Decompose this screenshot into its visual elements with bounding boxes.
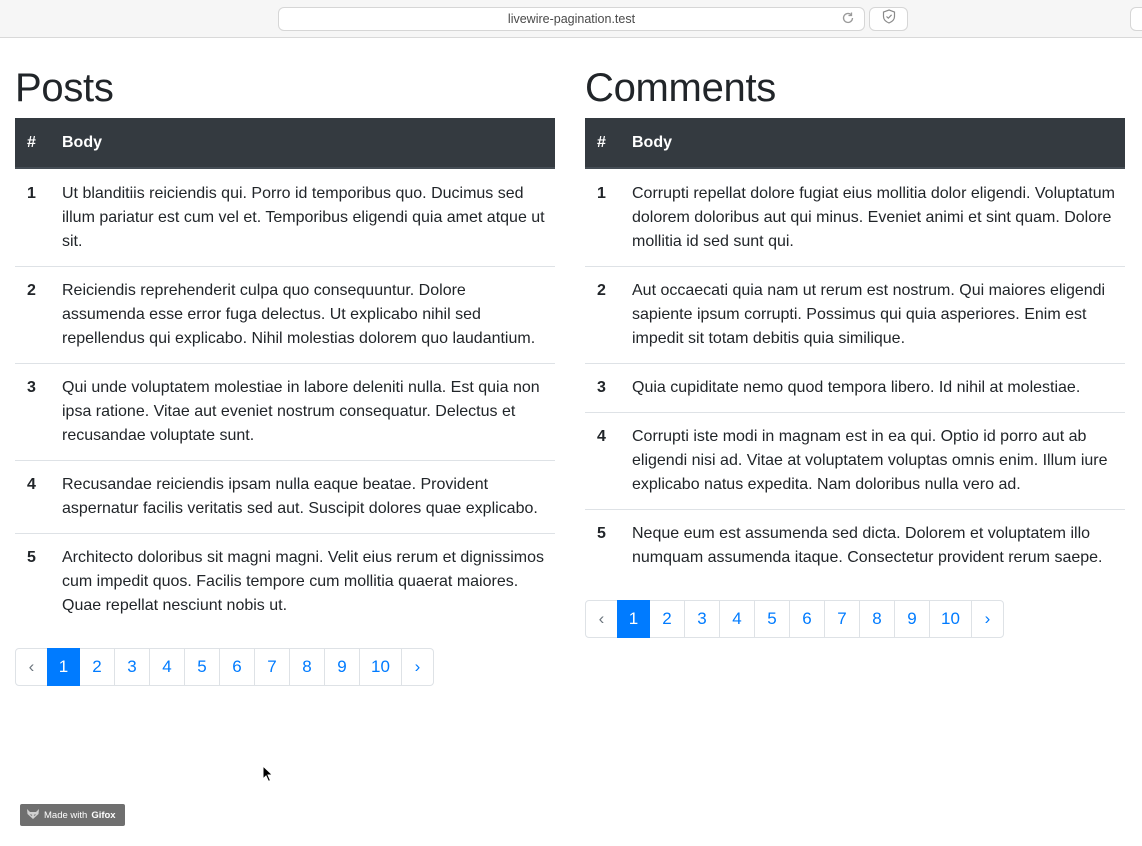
badge-prefix: Made with — [44, 809, 88, 821]
table-row: 4 Recusandae reiciendis ipsam nulla eaqu… — [15, 460, 555, 534]
page-button-8[interactable]: 8 — [289, 648, 325, 686]
page-button-10[interactable]: 10 — [929, 600, 972, 638]
gifox-badge: Made with Gifox — [20, 804, 125, 826]
column-header-body: Body — [49, 118, 555, 169]
row-number: 2 — [585, 266, 619, 364]
page-button-5[interactable]: 5 — [184, 648, 220, 686]
privacy-shield-button[interactable] — [869, 7, 908, 31]
comments-table-header: # Body — [585, 118, 1125, 169]
page-button-5[interactable]: 5 — [754, 600, 790, 638]
toolbar-button[interactable] — [1130, 7, 1142, 31]
row-number: 4 — [585, 412, 619, 510]
mouse-cursor-icon — [262, 764, 274, 788]
next-page-button[interactable]: › — [401, 648, 434, 686]
page-button-2[interactable]: 2 — [649, 600, 685, 638]
table-row: 3 Quia cupiditate nemo quod tempora libe… — [585, 363, 1125, 413]
next-page-button[interactable]: › — [971, 600, 1004, 638]
row-body: Neque eum est assumenda sed dicta. Dolor… — [619, 509, 1125, 582]
table-row: 3 Qui unde voluptatem molestiae in labor… — [15, 363, 555, 461]
previous-page-button[interactable]: ‹ — [15, 648, 48, 686]
comments-title: Comments — [585, 66, 776, 110]
column-header-number: # — [15, 118, 49, 169]
row-number: 5 — [15, 533, 49, 630]
row-body: Reiciendis reprehenderit culpa quo conse… — [49, 266, 555, 364]
comments-pagination: ‹ 1 2 3 4 5 6 7 8 9 10 › — [585, 600, 1125, 638]
page-button-2[interactable]: 2 — [79, 648, 115, 686]
page-button-1[interactable]: 1 — [617, 600, 650, 638]
page-button-3[interactable]: 3 — [114, 648, 150, 686]
column-header-body: Body — [619, 118, 1125, 169]
shield-icon — [882, 9, 896, 29]
fox-icon — [26, 808, 40, 823]
row-number: 3 — [15, 363, 49, 461]
row-body: Architecto doloribus sit magni magni. Ve… — [49, 533, 555, 630]
browser-toolbar: livewire-pagination.test — [0, 0, 1142, 38]
page-button-6[interactable]: 6 — [789, 600, 825, 638]
badge-brand: Gifox — [91, 809, 116, 821]
page-button-8[interactable]: 8 — [859, 600, 895, 638]
previous-page-button[interactable]: ‹ — [585, 600, 618, 638]
comments-table: # Body 1 Corrupti repellat dolore fugiat… — [585, 118, 1125, 582]
reload-icon[interactable] — [840, 11, 856, 27]
row-number: 4 — [15, 460, 49, 534]
page-button-9[interactable]: 9 — [324, 648, 360, 686]
page-button-6[interactable]: 6 — [219, 648, 255, 686]
address-bar[interactable]: livewire-pagination.test — [278, 7, 865, 31]
posts-pagination: ‹ 1 2 3 4 5 6 7 8 9 10 › — [15, 648, 555, 686]
page-button-4[interactable]: 4 — [149, 648, 185, 686]
posts-section: Posts # Body 1 Ut blanditiis reiciendis … — [15, 38, 555, 686]
row-number: 3 — [585, 363, 619, 413]
row-body: Qui unde voluptatem molestiae in labore … — [49, 363, 555, 461]
table-row: 1 Ut blanditiis reiciendis qui. Porro id… — [15, 168, 555, 267]
page-button-1[interactable]: 1 — [47, 648, 80, 686]
row-body: Ut blanditiis reiciendis qui. Porro id t… — [62, 185, 545, 250]
table-row: 2 Reiciendis reprehenderit culpa quo con… — [15, 266, 555, 364]
url-text: livewire-pagination.test — [507, 12, 636, 26]
table-row: 5 Architecto doloribus sit magni magni. … — [15, 533, 555, 630]
row-body: Quia cupiditate nemo quod tempora libero… — [619, 363, 1125, 413]
table-row: 5 Neque eum est assumenda sed dicta. Dol… — [585, 509, 1125, 582]
table-row: 1 Corrupti repellat dolore fugiat eius m… — [585, 168, 1125, 267]
row-number: 5 — [585, 509, 619, 582]
row-body: Recusandae reiciendis ipsam nulla eaque … — [49, 460, 555, 534]
posts-title: Posts — [15, 66, 114, 110]
page-button-10[interactable]: 10 — [359, 648, 402, 686]
row-body: Corrupti repellat dolore fugiat eius mol… — [632, 185, 1115, 250]
page-button-4[interactable]: 4 — [719, 600, 755, 638]
page-button-3[interactable]: 3 — [684, 600, 720, 638]
row-number: 1 — [597, 185, 606, 202]
posts-table-header: # Body — [15, 118, 555, 169]
row-number: 1 — [27, 185, 36, 202]
page-button-9[interactable]: 9 — [894, 600, 930, 638]
table-row: 2 Aut occaecati quia nam ut rerum est no… — [585, 266, 1125, 364]
row-body: Aut occaecati quia nam ut rerum est nost… — [619, 266, 1125, 364]
column-header-number: # — [585, 118, 619, 169]
page-button-7[interactable]: 7 — [254, 648, 290, 686]
row-number: 2 — [15, 266, 49, 364]
posts-table: # Body 1 Ut blanditiis reiciendis qui. P… — [15, 118, 555, 630]
comments-section: Comments # Body 1 Corrupti repellat dolo… — [585, 38, 1125, 638]
table-row: 4 Corrupti iste modi in magnam est in ea… — [585, 412, 1125, 510]
page-button-7[interactable]: 7 — [824, 600, 860, 638]
row-body: Corrupti iste modi in magnam est in ea q… — [619, 412, 1125, 510]
